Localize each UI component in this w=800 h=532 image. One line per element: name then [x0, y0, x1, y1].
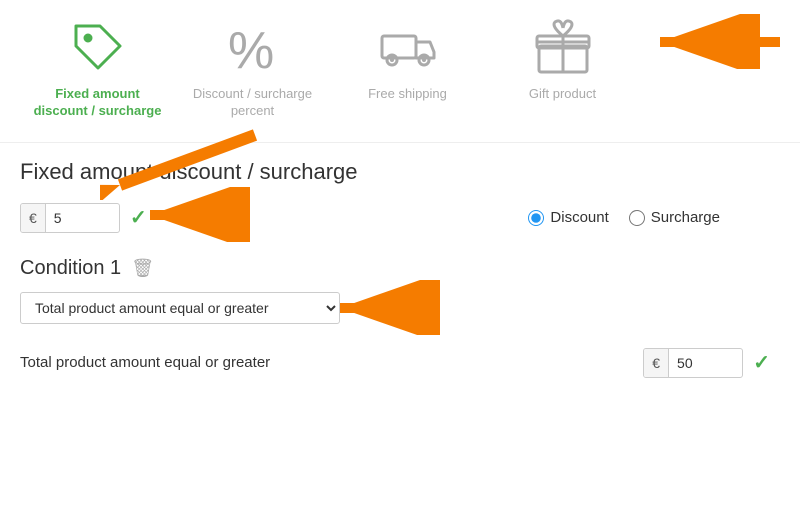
icon-item-free-shipping[interactable]: Free shipping — [330, 10, 485, 111]
euro-prefix: € — [21, 204, 46, 232]
icon-item-gift-product[interactable]: Gift product — [485, 10, 640, 111]
dropdown-row: Total product amount equal or greater To… — [0, 288, 800, 328]
radio-surcharge-input[interactable] — [629, 210, 645, 226]
radio-surcharge-label: Surcharge — [651, 209, 720, 226]
condition-value-row: Total product amount equal or greater € … — [0, 328, 800, 388]
condition-title: Condition 1 — [20, 257, 121, 280]
icon-label-free-shipping: Free shipping — [368, 86, 447, 103]
icon-label-discount-percent: Discount / surcharge percent — [185, 86, 320, 120]
radio-discount-input[interactable] — [528, 210, 544, 226]
trash-icon[interactable]: 🗑 — [131, 258, 154, 279]
arrow-dropdown — [330, 280, 450, 335]
condition-amount-input-group: € — [643, 348, 743, 378]
condition-input-group: € ✓ — [643, 348, 770, 378]
icon-label-gift-product: Gift product — [529, 86, 596, 103]
arrow-condition — [650, 14, 790, 69]
amount-input[interactable] — [46, 204, 106, 232]
radio-surcharge[interactable]: Surcharge — [629, 209, 720, 226]
icon-label-fixed-amount: Fixed amount discount / surcharge — [30, 86, 165, 120]
arrow-top-icon — [100, 120, 260, 200]
icon-item-fixed-amount[interactable]: Fixed amount discount / surcharge — [20, 10, 175, 128]
svg-text:%: % — [228, 22, 274, 78]
condition-amount-input[interactable] — [669, 349, 729, 377]
radio-group: Discount Surcharge — [528, 209, 720, 226]
condition-value-label: Total product amount equal or greater — [20, 354, 633, 371]
condition-check-icon: ✓ — [753, 350, 770, 375]
icon-item-discount-percent[interactable]: % Discount / surcharge percent — [175, 10, 330, 128]
radio-discount-label: Discount — [550, 209, 608, 226]
amount-row: € ✓ Discount Surcharge — [0, 195, 800, 241]
condition-dropdown[interactable]: Total product amount equal or greater To… — [20, 292, 340, 324]
condition-euro-prefix: € — [644, 349, 669, 377]
amount-input-group: € — [20, 203, 120, 233]
radio-discount[interactable]: Discount — [528, 209, 608, 226]
